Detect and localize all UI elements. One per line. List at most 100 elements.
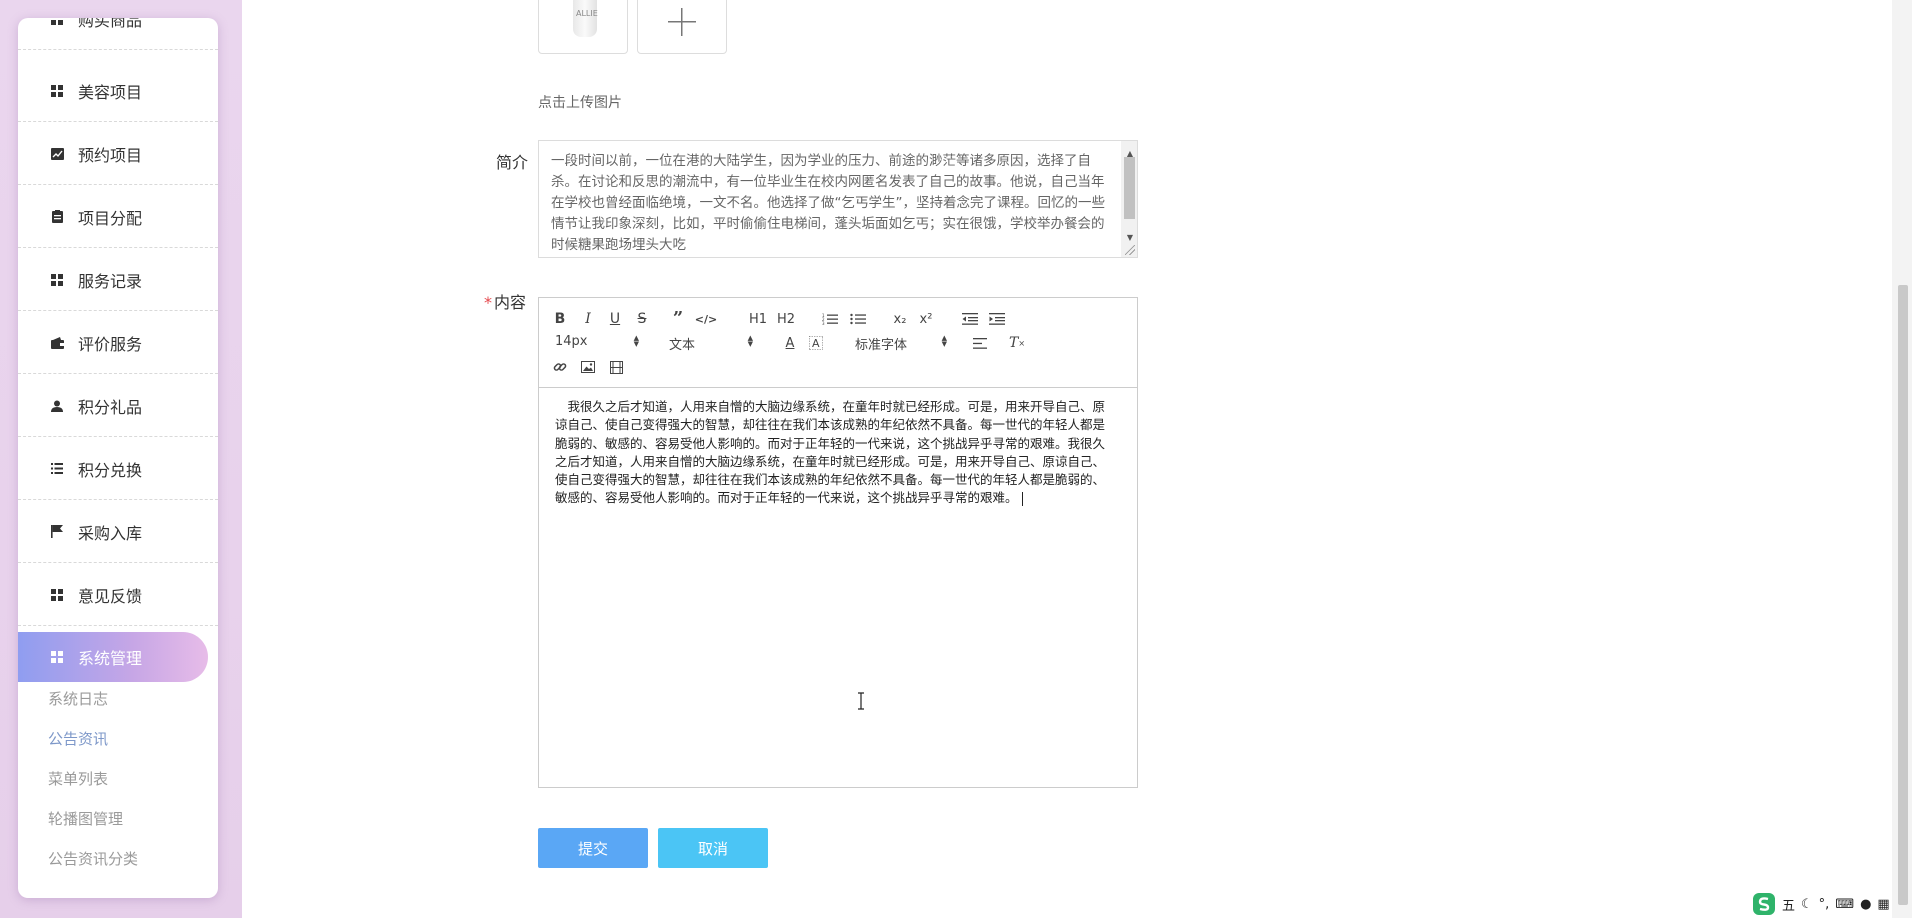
svg-text:3: 3: [822, 321, 825, 325]
underline-icon[interactable]: U: [604, 309, 626, 329]
sidebar-item-label: 预约项目: [78, 145, 143, 165]
sidebar-item-purchase-goods[interactable]: 购买商品: [18, 18, 218, 50]
flag-icon: [50, 525, 64, 539]
intro-scrollbar-thumb[interactable]: [1124, 157, 1135, 219]
sidebar-item-label: 美容项目: [78, 82, 143, 102]
text-caret: [1021, 491, 1023, 506]
rich-text-editor[interactable]: B I U S ” </> H1 H2 123 x₂ x² 14px ▲ ▼ 文本…: [538, 297, 1138, 788]
sogou-logo-icon[interactable]: [1752, 892, 1776, 916]
grid-icon: [50, 650, 64, 664]
sidebar-item-project-assignment[interactable]: 项目分配: [18, 186, 218, 248]
sidebar-item-label: 服务记录: [78, 271, 143, 291]
submit-button[interactable]: 提交: [538, 828, 648, 868]
moon-icon[interactable]: ☾: [1801, 897, 1813, 912]
sidebar-item-label: 购买商品: [78, 18, 143, 30]
code-block-icon[interactable]: </>: [695, 309, 717, 329]
chart-icon: [50, 147, 64, 161]
select-arrows-icon: ▲ ▼: [941, 334, 947, 348]
font-family-value: 标准字体: [855, 338, 908, 353]
wallet-icon: [50, 336, 64, 350]
indent-icon[interactable]: [986, 309, 1008, 329]
clear-format-icon[interactable]: T ×: [1006, 333, 1028, 353]
punctuation-icon[interactable]: °,: [1819, 897, 1830, 912]
editor-toolbar: B I U S ” </> H1 H2 123 x₂ x² 14px ▲ ▼ 文本…: [539, 298, 1137, 388]
page-scrollbar[interactable]: [1892, 0, 1912, 918]
font-size-value: 14px: [555, 334, 588, 349]
sidebar-item-label: 项目分配: [78, 208, 143, 228]
heading2-icon[interactable]: H2: [775, 309, 797, 329]
sidebar-item-label: 评价服务: [78, 334, 143, 354]
background-color-icon[interactable]: A: [805, 333, 827, 353]
ime-toolbar: 五 ☾ °, ⌨ ● ▦: [1752, 892, 1890, 916]
select-arrows-icon: ▲ ▼: [747, 334, 753, 348]
sidebar-subitem-menu-list[interactable]: 菜单列表: [48, 768, 108, 789]
align-icon[interactable]: [969, 333, 991, 353]
intro-text: 一段时间以前，一位在港的大陆学生，因为学业的压力、前途的渺茫等诸多原因，选择了自…: [551, 153, 1105, 253]
sidebar-item-label: 系统管理: [78, 649, 143, 668]
upload-hint: 点击上传图片: [538, 95, 622, 111]
required-star: *: [484, 293, 492, 312]
cancel-button[interactable]: 取消: [658, 828, 768, 868]
block-format-value: 文本: [669, 338, 696, 353]
intro-textarea[interactable]: 一段时间以前，一位在港的大陆学生，因为学业的压力、前途的渺茫等诸多原因，选择了自…: [538, 140, 1138, 258]
select-arrows-icon: ▲ ▼: [633, 334, 639, 348]
editor-text: 我很久之后才知道，人用来自憎的大脑边缘系统，在童年时就已经形成。可是，用来开导自…: [555, 399, 1106, 506]
product-brand-text: ALLIE: [576, 9, 598, 18]
grid-icon: [50, 18, 64, 26]
plus-icon: [668, 8, 696, 36]
heading1-icon[interactable]: H1: [747, 309, 769, 329]
font-color-icon[interactable]: A: [779, 333, 801, 353]
ime-mode-label[interactable]: 五: [1782, 895, 1795, 914]
sidebar-item-points-exchange[interactable]: 积分兑换: [18, 438, 218, 500]
keyboard-icon[interactable]: ⌨: [1835, 897, 1854, 912]
sidebar-item-service-reviews[interactable]: 评价服务: [18, 312, 218, 374]
sidebar-subitem-announcement-categories[interactable]: 公告资讯分类: [48, 848, 138, 869]
sidebar-item-beauty-projects[interactable]: 美容项目: [18, 60, 218, 122]
text-cursor-icon: [858, 692, 864, 710]
product-bottle-image: [573, 0, 597, 37]
sidebar-item-feedback[interactable]: 意见反馈: [18, 564, 218, 626]
bold-icon[interactable]: B: [549, 309, 571, 329]
strikethrough-icon[interactable]: S: [631, 309, 653, 329]
sidebar-item-system-management[interactable]: 系统管理: [18, 632, 208, 682]
grid-icon: [50, 84, 64, 98]
list-icon: [50, 462, 64, 476]
content-label-text: 内容: [494, 293, 527, 312]
sidebar-subitem-announcements[interactable]: 公告资讯: [48, 728, 108, 749]
sidebar-item-purchase-stock[interactable]: 采购入库: [18, 501, 218, 563]
sidebar-item-label: 意见反馈: [78, 586, 143, 606]
clipboard-icon: [50, 210, 64, 224]
image-icon[interactable]: [577, 357, 599, 377]
video-icon[interactable]: [605, 357, 627, 377]
superscript-icon[interactable]: x²: [915, 309, 937, 329]
resize-handle-icon[interactable]: [1125, 245, 1135, 255]
page-scrollbar-thumb[interactable]: [1898, 285, 1908, 905]
intro-scrollbar[interactable]: ▲ ▼: [1121, 141, 1137, 257]
font-family-select[interactable]: 标准字体 ▲ ▼: [855, 334, 947, 354]
bullet-list-icon[interactable]: [847, 309, 869, 329]
sidebar-subitem-carousel-management[interactable]: 轮播图管理: [48, 808, 123, 829]
tools-icon[interactable]: ▦: [1877, 897, 1889, 912]
font-size-select[interactable]: 14px ▲ ▼: [555, 334, 639, 349]
ordered-list-icon[interactable]: 123: [819, 309, 841, 329]
sidebar-item-label: 采购入库: [78, 523, 143, 543]
uploaded-image-thumbnail[interactable]: ALLIE: [538, 0, 628, 54]
grid-icon: [50, 273, 64, 287]
sidebar-subitem-system-log[interactable]: 系统日志: [48, 688, 108, 709]
sidebar-item-points-gifts[interactable]: 积分礼品: [18, 375, 218, 437]
grid-icon: [50, 588, 64, 602]
sidebar-item-label: 积分兑换: [78, 460, 143, 480]
sidebar-item-appointments[interactable]: 预约项目: [18, 123, 218, 185]
editor-content[interactable]: 我很久之后才知道，人用来自憎的大脑边缘系统，在童年时就已经形成。可是，用来开导自…: [555, 398, 1115, 508]
block-format-select[interactable]: 文本 ▲ ▼: [669, 334, 753, 354]
sidebar-item-label: 积分礼品: [78, 397, 143, 417]
sidebar-item-service-records[interactable]: 服务记录: [18, 249, 218, 311]
italic-icon[interactable]: I: [577, 309, 599, 329]
upload-image-button[interactable]: [637, 0, 727, 54]
link-icon[interactable]: [549, 357, 571, 377]
subscript-icon[interactable]: x₂: [889, 309, 911, 329]
user-icon[interactable]: ●: [1860, 897, 1871, 912]
intro-label: 简介: [496, 153, 529, 172]
blockquote-icon[interactable]: ”: [667, 308, 689, 329]
outdent-icon[interactable]: [959, 309, 981, 329]
